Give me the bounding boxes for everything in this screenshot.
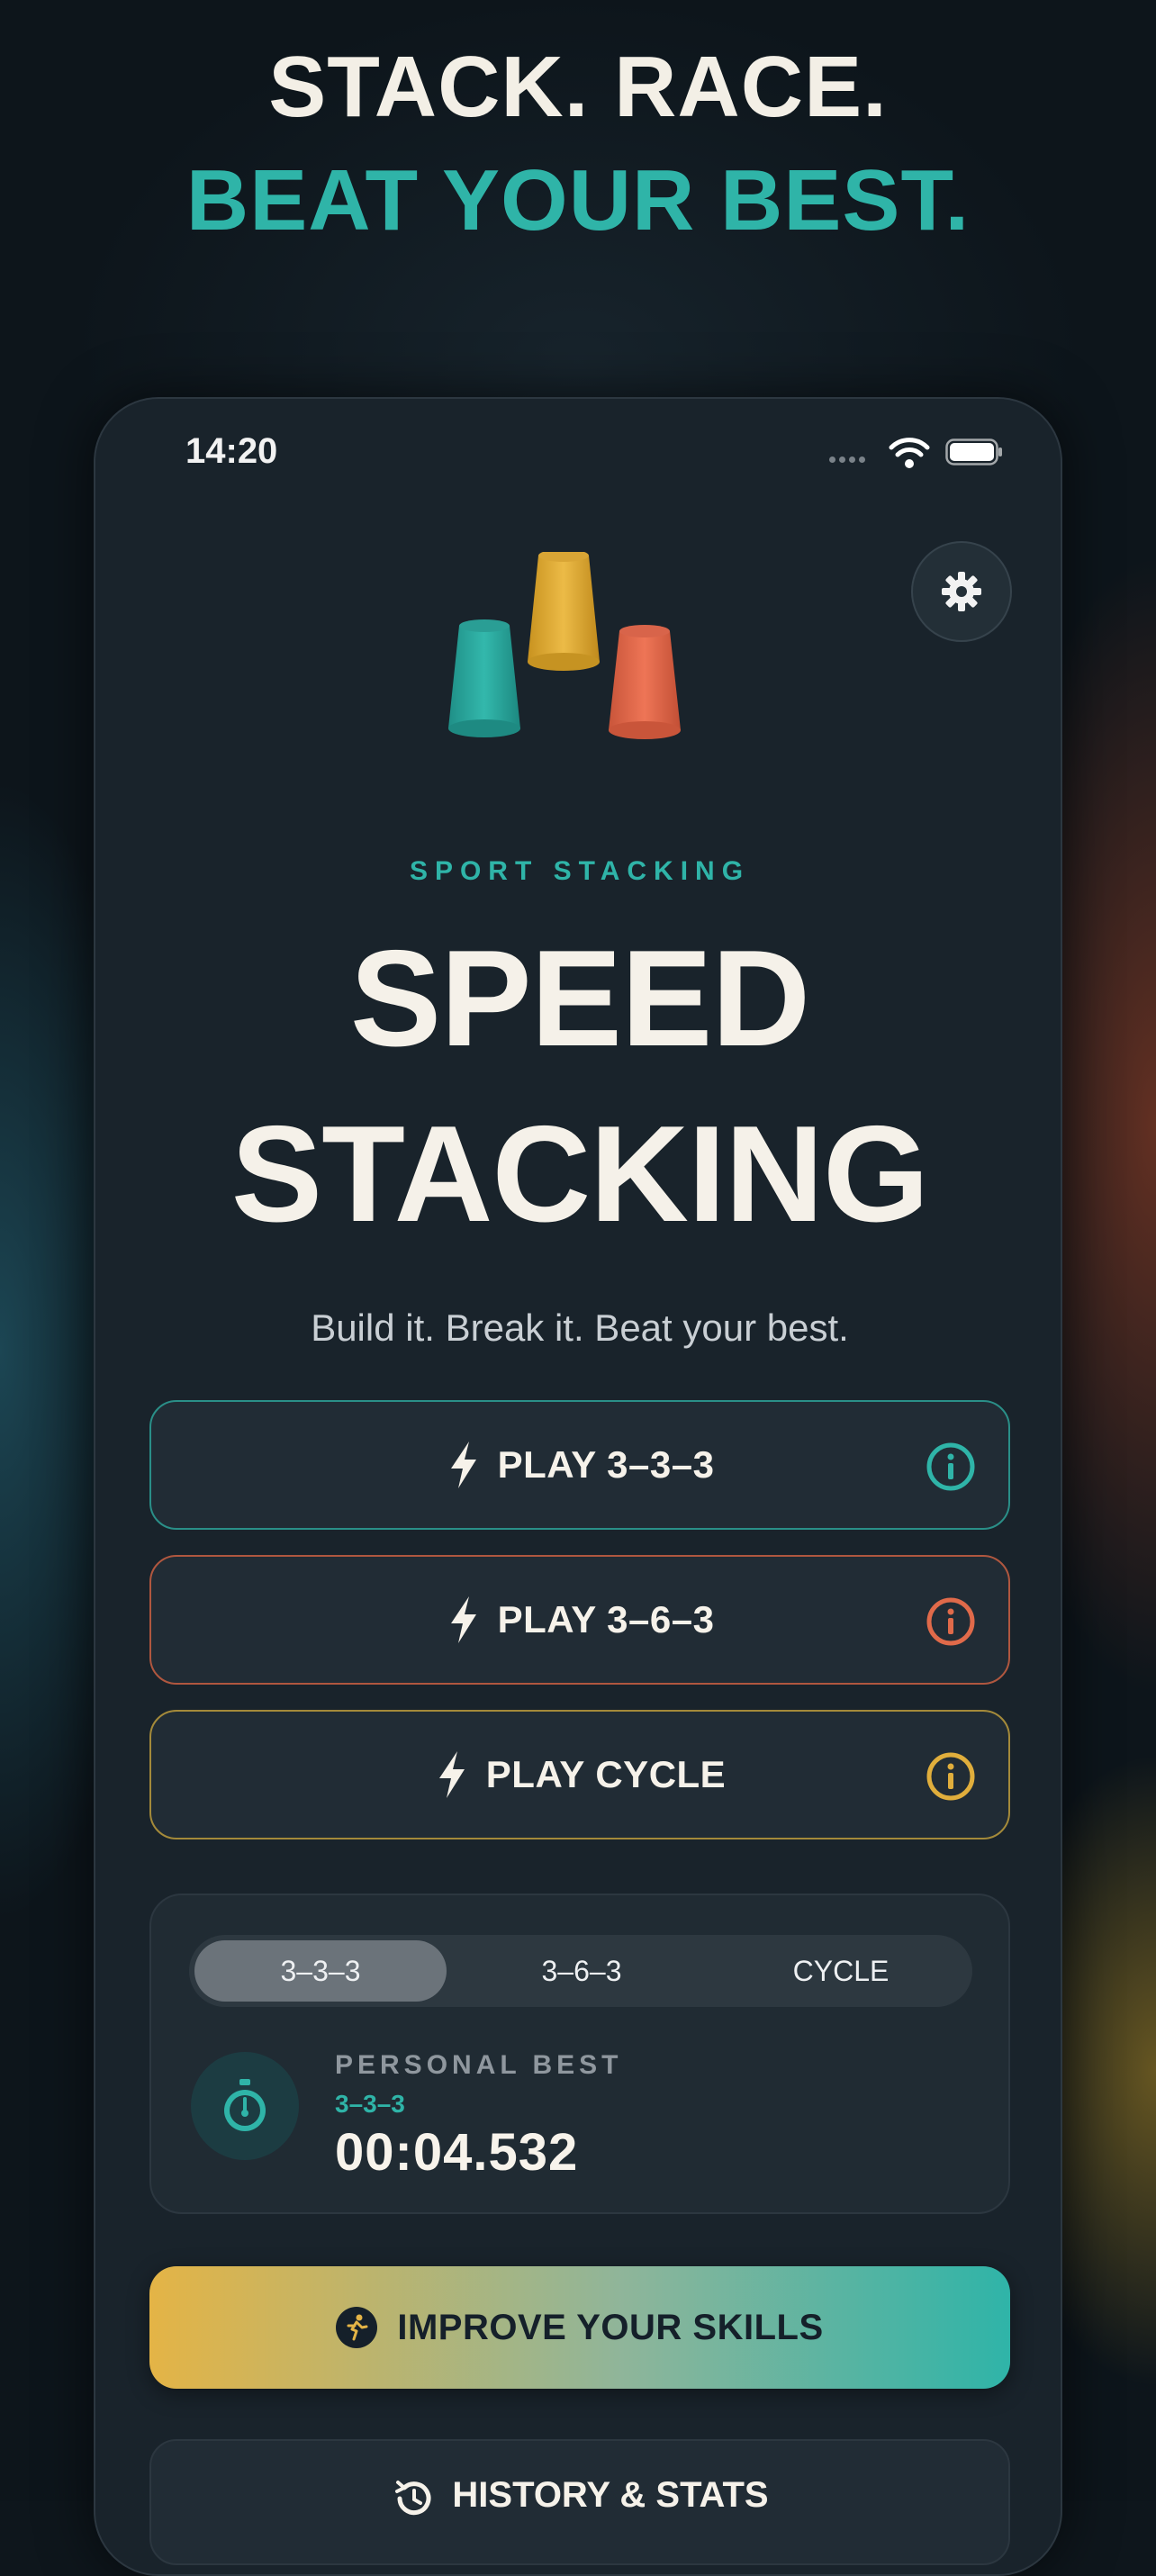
- play-363-button[interactable]: PLAY 3–6–3: [149, 1555, 1010, 1685]
- bolt-icon: [450, 1442, 476, 1488]
- play-333-button[interactable]: PLAY 3–3–3: [149, 1400, 1010, 1530]
- info-icon[interactable]: [926, 1596, 976, 1647]
- tagline: Build it. Break it. Beat your best.: [311, 1306, 849, 1349]
- stacked-cups-logo: [448, 552, 681, 739]
- info-icon[interactable]: [926, 1751, 976, 1802]
- personal-best-card: 3–3–3 3–6–3 CYCLE PERSONAL BEST 3–3–3 00…: [149, 1894, 1010, 2214]
- personal-best-mode: 3–3–3: [335, 2090, 405, 2118]
- settings-gear-icon: [942, 572, 981, 611]
- play-333-label: PLAY 3–3–3: [497, 1443, 715, 1486]
- play-363-label: PLAY 3–6–3: [497, 1598, 715, 1641]
- status-time: 14:20: [185, 431, 278, 471]
- promo-headline-line2: BEAT YOUR BEST.: [185, 152, 971, 249]
- info-icon[interactable]: [926, 1442, 976, 1492]
- tab-cycle[interactable]: CYCLE: [715, 1940, 967, 2002]
- play-cycle-label: PLAY CYCLE: [485, 1753, 727, 1795]
- mode-segmented-control: 3–3–3 3–6–3 CYCLE: [189, 1935, 972, 2007]
- sport-stacking-kicker: SPORT STACKING: [409, 856, 751, 886]
- improve-skills-button[interactable]: IMPROVE YOUR SKILLS: [149, 2266, 1010, 2389]
- history-icon: [395, 2481, 431, 2516]
- tab-363[interactable]: 3–6–3: [456, 1940, 708, 2002]
- settings-button[interactable]: [911, 541, 1012, 642]
- history-stats-label: HISTORY & STATS: [452, 2475, 769, 2515]
- personal-best-label: PERSONAL BEST: [335, 2050, 623, 2080]
- running-icon: [336, 2307, 378, 2348]
- play-cycle-button[interactable]: PLAY CYCLE: [149, 1710, 1010, 1839]
- bolt-icon: [438, 1751, 465, 1798]
- improve-skills-label: IMPROVE YOUR SKILLS: [397, 2307, 824, 2347]
- personal-best-time: 00:04.532: [335, 2123, 579, 2182]
- phone-screen: 14:20 SPORT STACKING SPEED STACKING Buil…: [94, 397, 1062, 2576]
- battery-icon: [945, 438, 1002, 465]
- cellular-signal-icon: [829, 451, 869, 467]
- history-stats-button[interactable]: HISTORY & STATS: [149, 2439, 1010, 2565]
- stopwatch-icon: [224, 2079, 266, 2131]
- wifi-icon: [889, 438, 930, 468]
- promo-headline-line1: STACK. RACE.: [268, 39, 888, 135]
- stopwatch-badge: [191, 2052, 299, 2160]
- tab-333[interactable]: 3–3–3: [194, 1940, 447, 2002]
- app-title-line2: STACKING: [230, 1098, 930, 1251]
- bolt-icon: [450, 1596, 476, 1643]
- app-title-line1: SPEED: [349, 922, 810, 1075]
